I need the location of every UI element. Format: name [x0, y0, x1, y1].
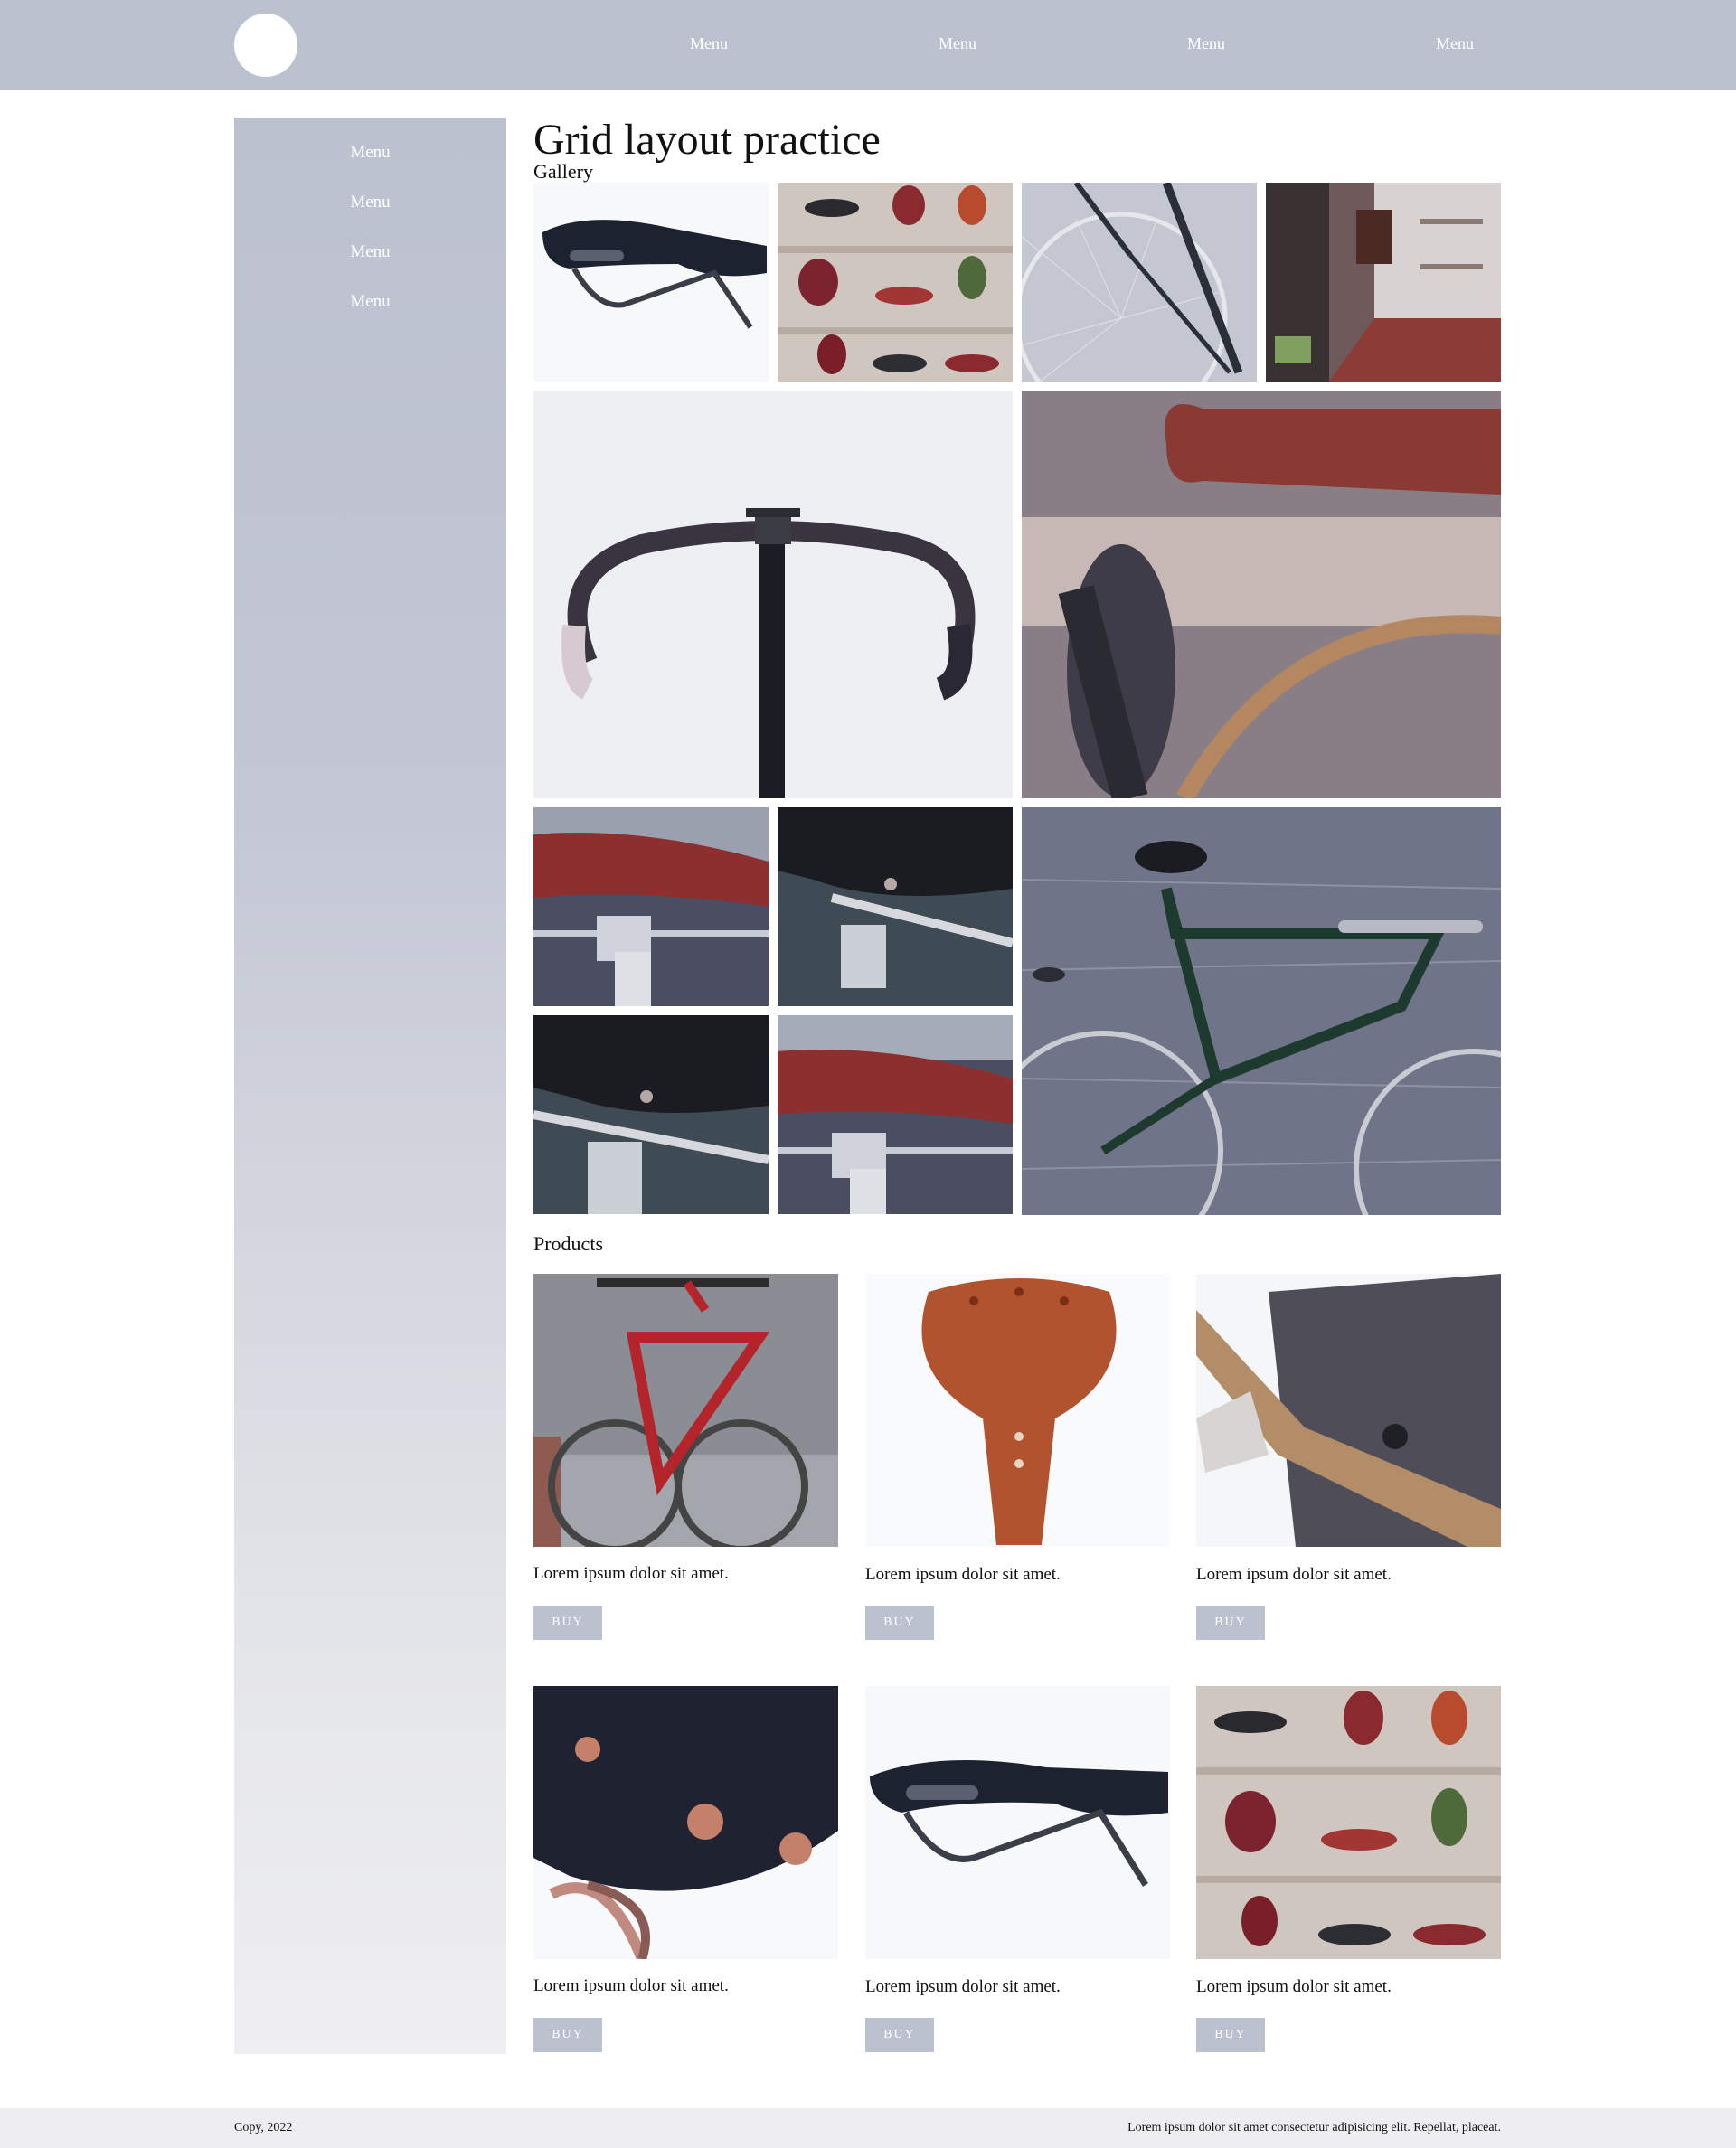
gallery-image-saddle-black-2[interactable] [533, 1015, 769, 1214]
sidebar-item[interactable]: Menu [234, 242, 506, 262]
gallery-image-handlebar[interactable] [533, 391, 1013, 798]
product-caption: Lorem ipsum dolor sit amet. [865, 1977, 1061, 1996]
product-image-red-bike[interactable] [533, 1274, 838, 1547]
gallery-image-shop[interactable] [1266, 183, 1501, 382]
gallery-image-saddle-wall[interactable] [778, 183, 1013, 382]
product-image-messenger-bag[interactable] [1196, 1274, 1501, 1547]
product-image-saddle-wall[interactable] [1196, 1686, 1501, 1959]
product-image-copper-saddle[interactable] [865, 1274, 1170, 1547]
product-caption: Lorem ipsum dolor sit amet. [1196, 1977, 1392, 1996]
top-nav-item[interactable]: Menu [1152, 34, 1260, 53]
product-image-black-saddle-rivets[interactable] [533, 1686, 838, 1959]
gallery-image-saddle-black[interactable] [778, 807, 1013, 1006]
buy-button[interactable]: BUY [533, 2018, 602, 2052]
product-image-brooks-saddle[interactable] [865, 1686, 1170, 1959]
product-caption: Lorem ipsum dolor sit amet. [533, 1976, 729, 1995]
top-nav-item[interactable]: Menu [1401, 34, 1509, 53]
top-nav: Menu Menu Menu Menu [0, 0, 1736, 90]
gallery-image-saddle[interactable] [533, 183, 769, 382]
site-header: Menu Menu Menu Menu [0, 0, 1736, 90]
buy-button[interactable]: BUY [1196, 1606, 1265, 1640]
buy-button[interactable]: BUY [865, 2018, 934, 2052]
top-nav-item[interactable]: Menu [903, 34, 1012, 53]
products-title: Products [533, 1232, 603, 1255]
sidebar-item[interactable]: Menu [234, 143, 506, 163]
gallery-image-bike-wheel[interactable] [1022, 183, 1257, 382]
gallery-image-bike-water[interactable] [1022, 807, 1501, 1215]
buy-button[interactable]: BUY [1196, 2018, 1265, 2052]
top-nav-item[interactable]: Menu [655, 34, 763, 53]
site-footer: Copy, 2022 Lorem ipsum dolor sit amet co… [0, 2108, 1736, 2148]
footer-text: Lorem ipsum dolor sit amet consectetur a… [1127, 2121, 1501, 2134]
sidebar-item[interactable]: Menu [234, 292, 506, 312]
gallery-image-bar-tape[interactable] [1022, 391, 1501, 798]
gallery-title: Gallery [533, 160, 593, 183]
buy-button[interactable]: BUY [865, 1606, 934, 1640]
product-caption: Lorem ipsum dolor sit amet. [1196, 1565, 1392, 1584]
gallery-image-saddle-red-2[interactable] [778, 1015, 1013, 1214]
buy-button[interactable]: BUY [533, 1606, 602, 1640]
product-caption: Lorem ipsum dolor sit amet. [533, 1564, 729, 1583]
sidebar: Menu Menu Menu Menu [234, 118, 506, 2054]
footer-copyright: Copy, 2022 [234, 2121, 293, 2134]
product-caption: Lorem ipsum dolor sit amet. [865, 1565, 1061, 1584]
gallery-image-saddle-red[interactable] [533, 807, 769, 1006]
sidebar-item[interactable]: Menu [234, 193, 506, 212]
